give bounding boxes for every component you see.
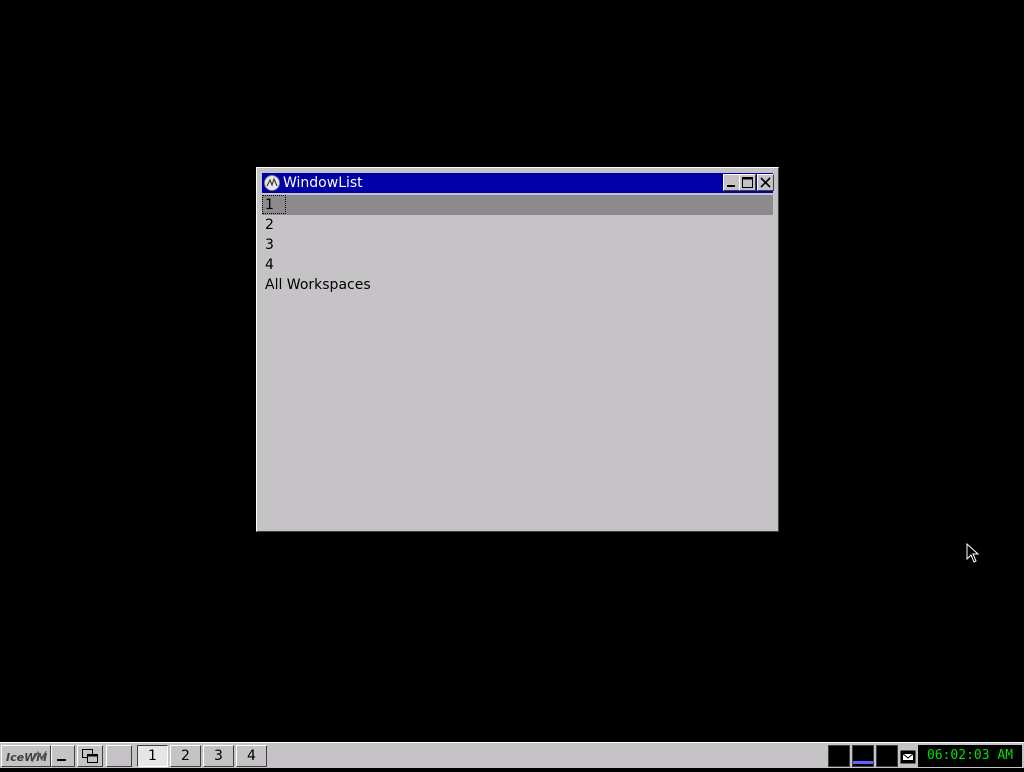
workspace-button-3[interactable]: 3 [203, 745, 234, 767]
close-icon [760, 177, 771, 188]
workspace-list[interactable]: 1 2 3 4 All Workspaces [262, 195, 773, 525]
memory-monitor[interactable] [876, 745, 898, 767]
app-icon [264, 175, 280, 191]
list-item-all-workspaces[interactable]: All Workspaces [262, 275, 773, 295]
minimize-all-icon [57, 759, 66, 761]
title-bar[interactable]: WindowList [262, 173, 774, 193]
start-menu-button[interactable]: IceWM [1, 745, 51, 767]
network-monitor[interactable] [852, 745, 874, 767]
workspace-button-1[interactable]: 1 [137, 745, 168, 767]
taskbar: IceWM 1 2 3 4 06:02:03 AM [0, 742, 1024, 768]
maximize-icon [742, 177, 753, 188]
close-button[interactable] [757, 174, 774, 191]
list-item-label: 4 [265, 257, 274, 273]
icewm-logo-icon: IceWM [2, 746, 50, 766]
list-item-workspace-3[interactable]: 3 [262, 235, 773, 255]
list-item-label: 2 [265, 217, 274, 233]
show-desktop-button[interactable] [51, 745, 75, 767]
workspace-button-2[interactable]: 2 [170, 745, 201, 767]
empty-task-button[interactable] [106, 745, 132, 767]
list-item-workspace-2[interactable]: 2 [262, 215, 773, 235]
clock[interactable]: 06:02:03 AM [918, 745, 1022, 767]
list-item-label: All Workspaces [265, 277, 371, 293]
windows-icon [82, 749, 98, 763]
list-item-label: 1 [265, 197, 274, 213]
window-list-button[interactable] [77, 745, 103, 767]
cpu-monitor[interactable] [828, 745, 850, 767]
minimize-button[interactable] [723, 174, 740, 191]
windowlist-window[interactable]: WindowList 1 2 3 4 All Workspaces [256, 167, 779, 532]
list-item-workspace-4[interactable]: 4 [262, 255, 773, 275]
list-item-label: 3 [265, 237, 274, 253]
mouse-cursor-icon [966, 543, 980, 563]
workspace-button-4[interactable]: 4 [236, 745, 267, 767]
window-title: WindowList [283, 175, 363, 191]
minimize-icon [727, 185, 735, 187]
network-graph-icon [853, 761, 873, 764]
maximize-button[interactable] [739, 174, 756, 191]
mail-icon[interactable] [900, 749, 916, 764]
list-item-workspace-1[interactable]: 1 [262, 195, 773, 215]
